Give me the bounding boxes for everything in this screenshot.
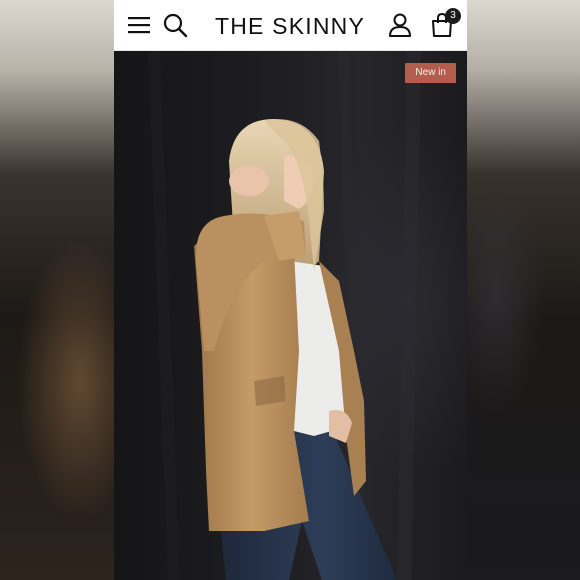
new-in-badge: New in	[405, 63, 456, 83]
product-image[interactable]: New in	[114, 51, 467, 580]
top-header: THE SKINNY 3	[114, 0, 467, 51]
blurred-backdrop-left	[0, 0, 114, 580]
cart-count-badge: 3	[445, 8, 461, 24]
brand-logo[interactable]: THE SKINNY	[210, 12, 370, 40]
app-screen: THE SKINNY 3 New in	[114, 0, 467, 580]
search-icon[interactable]	[162, 12, 188, 38]
hamburger-menu-icon[interactable]	[126, 12, 152, 38]
model-photo	[148, 51, 421, 580]
blurred-backdrop-right	[466, 0, 580, 580]
user-icon[interactable]	[387, 12, 413, 38]
